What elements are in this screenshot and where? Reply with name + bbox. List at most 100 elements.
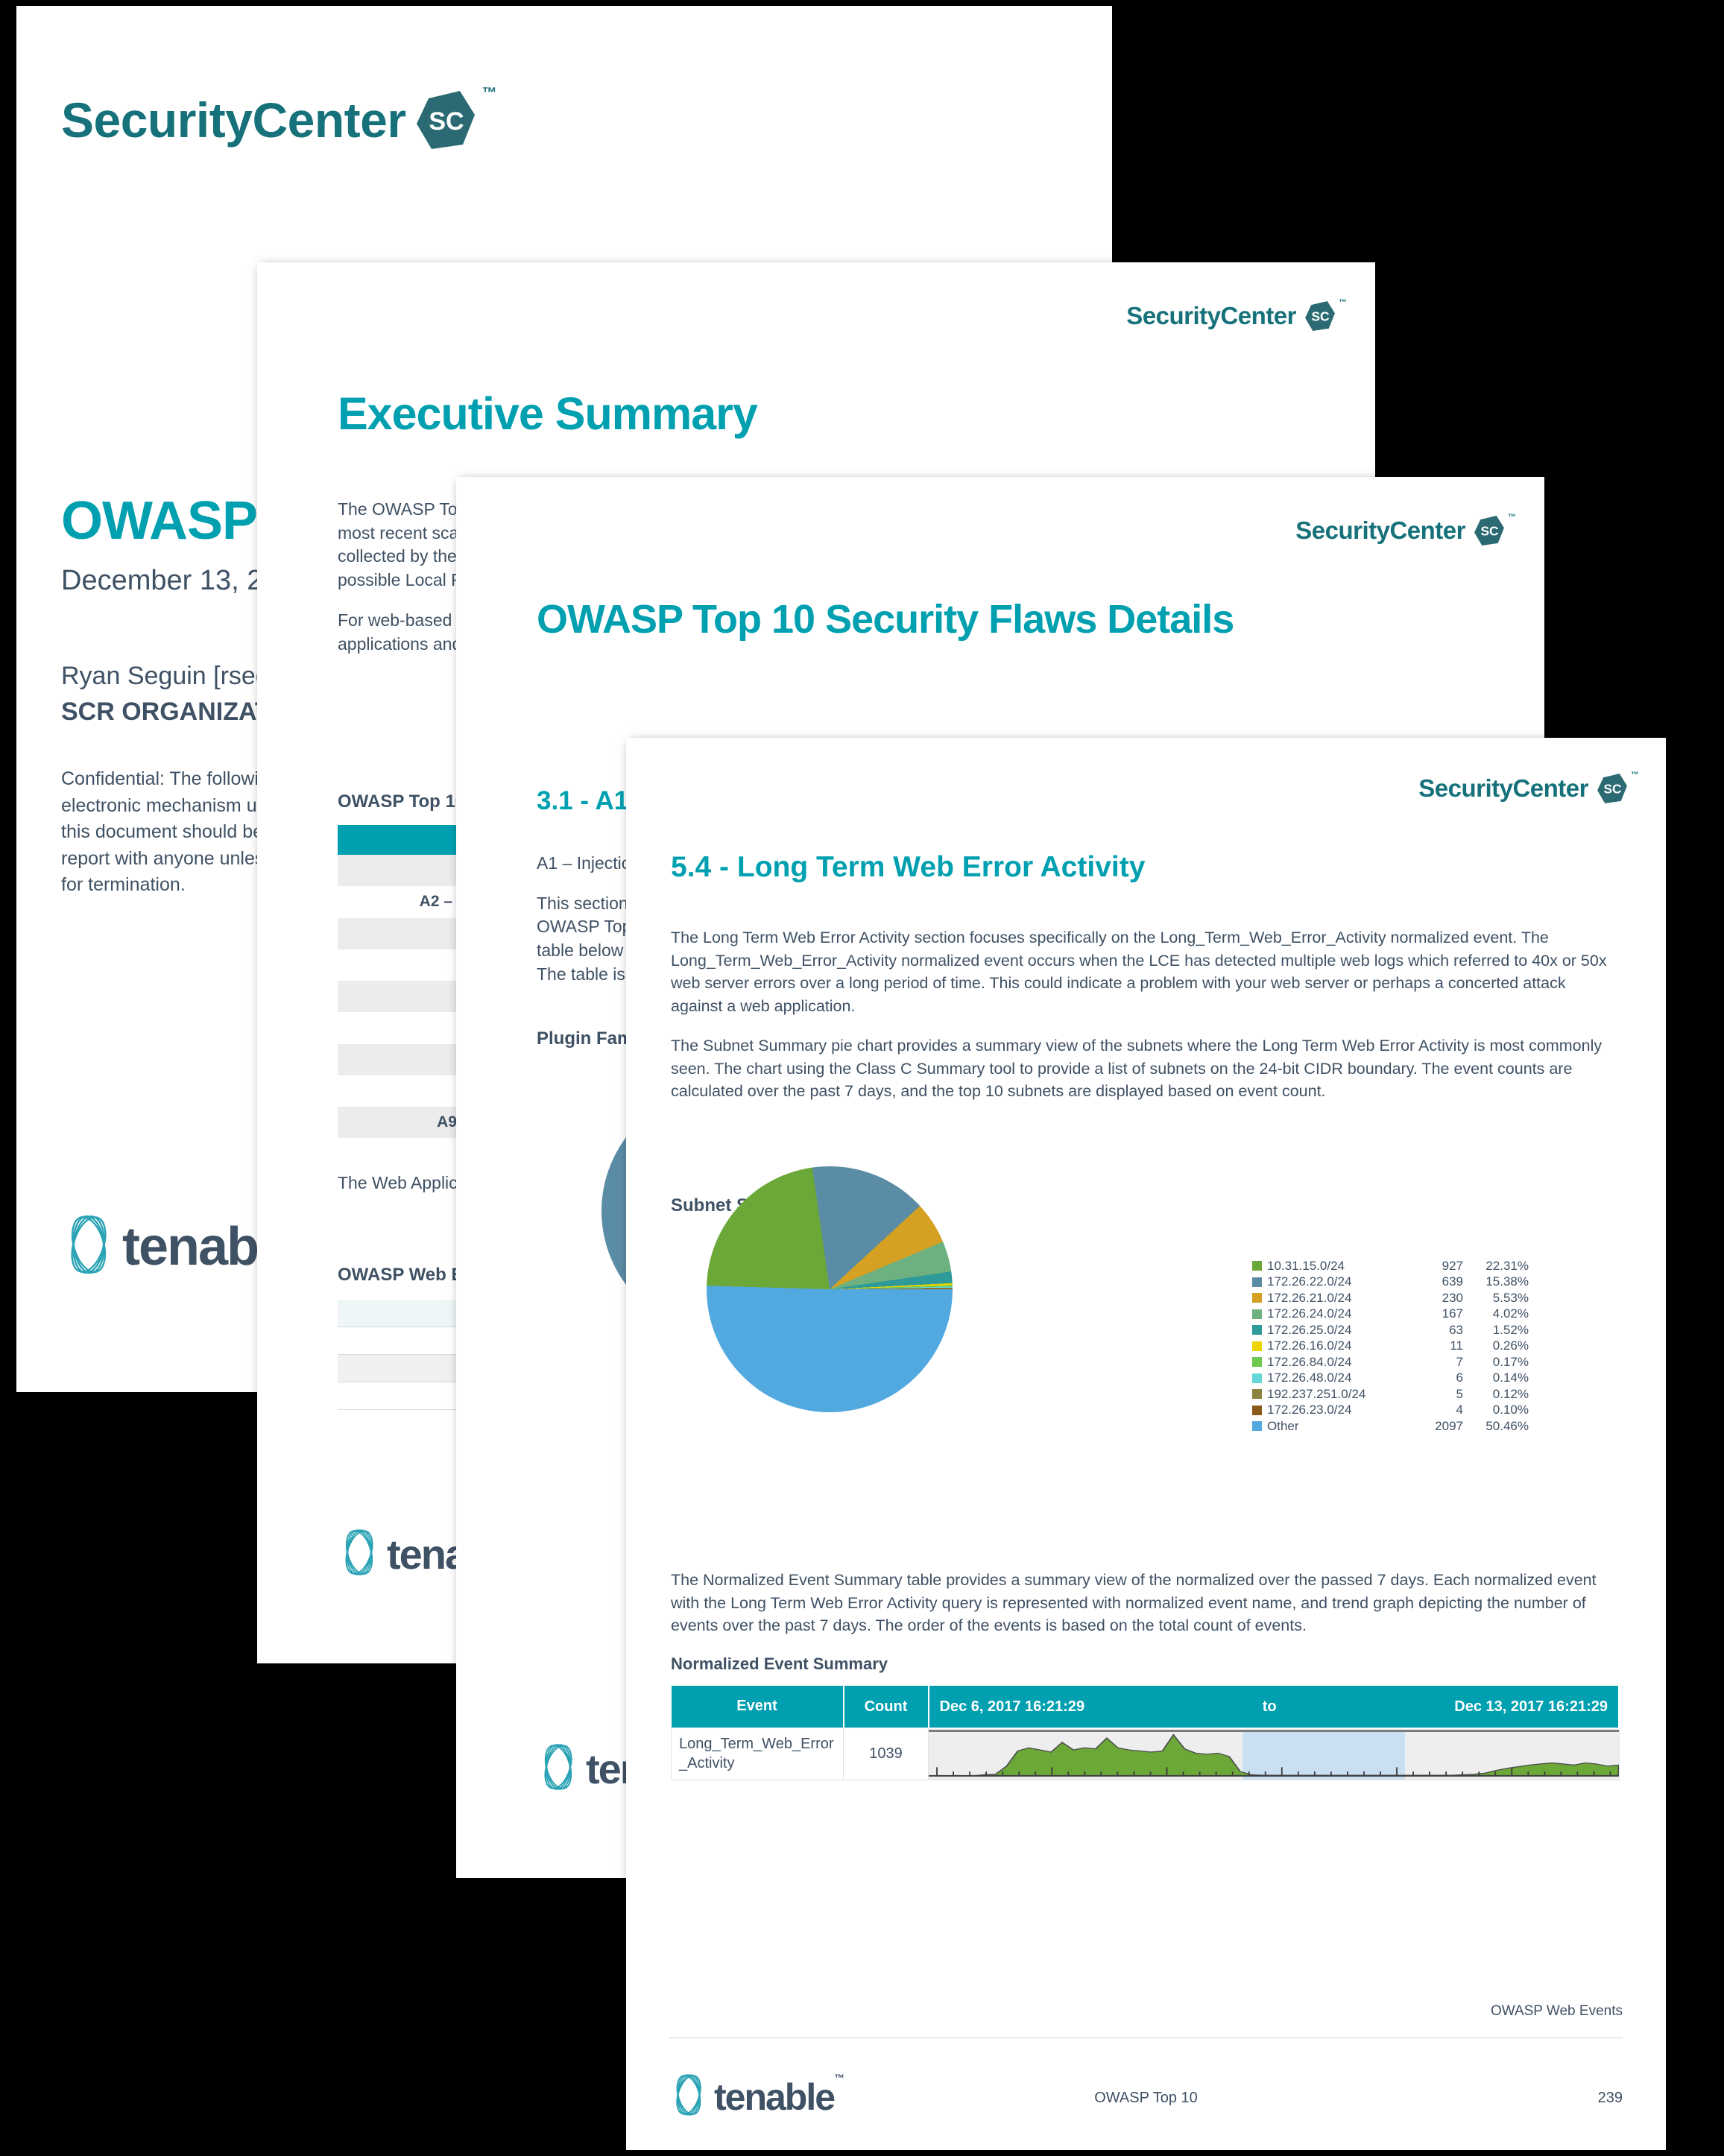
col-header-count: Count: [843, 1686, 929, 1728]
timerange-from: Dec 6, 2017 16:21:29: [939, 1698, 1085, 1715]
legend-item: 172.26.25.0/24 63 1.52%: [1252, 1322, 1529, 1338]
legend-color-swatch: [1252, 1277, 1262, 1287]
legend-count: 639: [1442, 1274, 1463, 1289]
sc-hexagon-icon: SC ™: [1596, 771, 1639, 805]
legend-item: 172.26.24.0/24 167 4.02%: [1252, 1306, 1529, 1323]
footer-page-number: 239: [1597, 2090, 1623, 2106]
tenable-mark-icon: [669, 2072, 708, 2122]
web-paragraph-3: The Normalized Event Summary table provi…: [671, 1571, 1597, 1635]
pie-slices: [707, 1166, 953, 1412]
web-paragraph-2: The Subnet Summary pie chart provides a …: [671, 1036, 1603, 1101]
normalized-event-summary-table: Event Count Dec 6, 2017 16:21:29 to Dec …: [671, 1686, 1620, 1780]
timerange-to-label: to: [1262, 1698, 1277, 1715]
legend-count: 927: [1442, 1258, 1463, 1273]
legend-color-swatch: [1252, 1293, 1262, 1303]
securitycenter-logo-cover: SecurityCenter SC ™: [61, 85, 497, 152]
securitycenter-wordmark: SecurityCenter: [1418, 774, 1588, 802]
legend-color-swatch: [1252, 1261, 1262, 1271]
securitycenter-logo-exec: SecurityCenter SC ™: [1126, 298, 1347, 332]
normalized-event-summary-title: Normalized Event Summary: [671, 1654, 888, 1673]
svg-text:SC: SC: [1311, 309, 1330, 324]
legend-percent: 0.17%: [1492, 1354, 1529, 1369]
legend-item: 172.26.21.0/24 230 5.53%: [1252, 1290, 1529, 1306]
sc-hexagon-icon: SC ™: [1473, 513, 1516, 547]
legend-color-swatch: [1252, 1341, 1262, 1351]
subnet-summary-pie-chart: [707, 1166, 953, 1412]
legend-color-swatch: [1252, 1373, 1262, 1383]
tenable-wordmark: tenable: [714, 2076, 836, 2118]
web-paragraph-1: The Long Term Web Error Activity section…: [671, 929, 1607, 1016]
svg-text:SC: SC: [1480, 524, 1499, 539]
legend-count: 4: [1456, 1403, 1463, 1417]
legend-percent: 0.12%: [1492, 1386, 1529, 1401]
legend-label: 172.26.24.0/24: [1267, 1306, 1352, 1321]
legend-percent: 22.31%: [1485, 1258, 1529, 1273]
page-long-term-web-error-activity: SecurityCenter SC ™ 5.4 - Long Term Web …: [626, 738, 1666, 2150]
legend-count: 2097: [1435, 1418, 1463, 1433]
legend-label: 172.26.21.0/24: [1267, 1290, 1352, 1305]
exec-page-title: Executive Summary: [338, 388, 758, 439]
tenable-mark-icon: [61, 1213, 116, 1280]
legend-item: 10.31.15.0/24 927 22.31%: [1252, 1258, 1529, 1274]
trademark-icon: ™: [481, 85, 497, 101]
legend-item: 172.26.22.0/24 639 15.38%: [1252, 1274, 1529, 1291]
trademark-icon: ™: [1631, 771, 1639, 780]
sc-hexagon-icon: SC ™: [1304, 298, 1347, 332]
trend-sparkline: [929, 1730, 1619, 1780]
securitycenter-wordmark: SecurityCenter: [1126, 302, 1296, 329]
footer-report-name: OWASP Web Events: [1490, 2003, 1623, 2019]
legend-percent: 0.14%: [1492, 1371, 1529, 1385]
legend-item: 172.26.48.0/24 6 0.14%: [1252, 1371, 1529, 1387]
web-body: The Long Term Web Error Activity section…: [671, 926, 1617, 1119]
legend-label: 172.26.16.0/24: [1267, 1338, 1352, 1353]
legend-color-swatch: [1252, 1309, 1262, 1319]
legend-color-swatch: [1252, 1405, 1262, 1415]
legend-label: 172.26.48.0/24: [1267, 1371, 1352, 1385]
legend-percent: 0.10%: [1492, 1403, 1529, 1417]
legend-item: 172.26.84.0/24 7 0.17%: [1252, 1354, 1529, 1371]
legend-color-swatch: [1252, 1389, 1262, 1400]
legend-color-swatch: [1252, 1357, 1262, 1368]
tenable-mark-icon: [537, 1742, 580, 1796]
legend-label: 10.31.15.0/24: [1267, 1258, 1345, 1273]
cell-event-count: 1039: [843, 1727, 929, 1780]
timerange-until: Dec 13, 2017 16:21:29: [1454, 1698, 1608, 1715]
legend-count: 11: [1450, 1338, 1463, 1353]
sc-hexagon-icon: SC ™: [414, 85, 497, 152]
table-row: Long_Term_Web_Error_Activity 1039: [671, 1727, 1620, 1780]
col-header-timerange: Dec 6, 2017 16:21:29 to Dec 13, 2017 16:…: [928, 1686, 1620, 1728]
legend-label: 192.237.251.0/24: [1267, 1386, 1366, 1401]
legend-percent: 50.46%: [1485, 1418, 1529, 1433]
securitycenter-logo-web: SecurityCenter SC ™: [1418, 771, 1639, 805]
legend-item: Other 2097 50.46%: [1252, 1418, 1529, 1435]
legend-percent: 1.52%: [1492, 1322, 1529, 1337]
securitycenter-logo-details: SecurityCenter SC ™: [1295, 513, 1516, 547]
legend-percent: 0.26%: [1492, 1338, 1529, 1353]
securitycenter-wordmark: SecurityCenter: [1295, 516, 1465, 544]
tenable-logo-web: tenable ™: [669, 2072, 844, 2122]
trademark-icon: ™: [1508, 513, 1516, 522]
legend-count: 5: [1456, 1386, 1463, 1401]
legend-label: 172.26.23.0/24: [1267, 1403, 1352, 1417]
web-section-title: 5.4 - Long Term Web Error Activity: [671, 851, 1146, 883]
legend-count: 6: [1456, 1371, 1463, 1385]
trademark-icon: ™: [1339, 298, 1347, 307]
col-header-event: Event: [671, 1686, 844, 1728]
legend-count: 63: [1449, 1322, 1463, 1337]
legend-label: 172.26.84.0/24: [1267, 1354, 1352, 1369]
legend-item: 172.26.23.0/24 4 0.10%: [1252, 1403, 1529, 1419]
cell-event-name: Long_Term_Web_Error_Activity: [671, 1727, 844, 1780]
details-page-title: OWASP Top 10 Security Flaws Details: [537, 597, 1234, 642]
legend-count: 7: [1456, 1354, 1463, 1369]
legend-percent: 15.38%: [1485, 1274, 1529, 1289]
legend-percent: 4.02%: [1492, 1306, 1529, 1321]
legend-percent: 5.53%: [1492, 1290, 1529, 1305]
legend-count: 167: [1442, 1306, 1463, 1321]
legend-item: 172.26.16.0/24 11 0.26%: [1252, 1338, 1529, 1355]
legend-item: 192.237.251.0/24 5 0.12%: [1252, 1386, 1529, 1403]
cell-trend-graph: [928, 1727, 1620, 1780]
trend-area-path: [929, 1733, 1619, 1777]
legend-count: 230: [1442, 1290, 1463, 1305]
legend-color-swatch: [1252, 1325, 1262, 1335]
tenable-mark-icon: [338, 1527, 381, 1581]
